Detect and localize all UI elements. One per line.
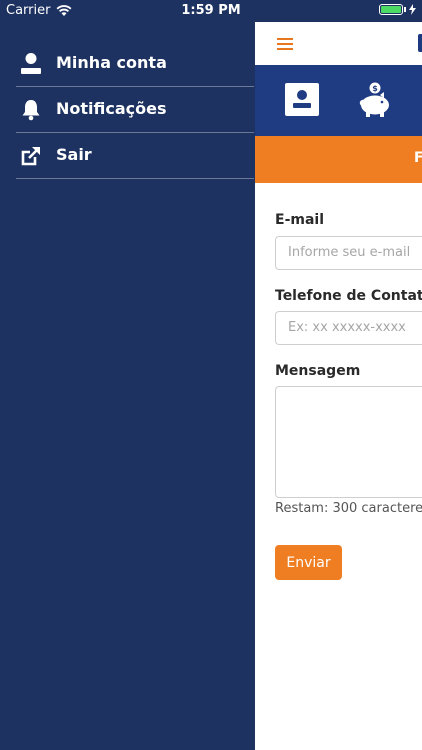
logo	[418, 34, 422, 52]
email-label: E-mail	[275, 212, 325, 228]
page-title: F	[414, 150, 422, 166]
menu-item-label: Sair	[56, 145, 92, 164]
phone-placeholder: Ex: xx xxxxx-xxxx	[288, 320, 406, 335]
piggy-bank-icon[interactable]: $	[358, 82, 392, 118]
contact-card-icon[interactable]	[285, 83, 319, 116]
menu-item-logout[interactable]: Sair	[16, 133, 254, 179]
status-right	[379, 4, 416, 15]
phone-label: Telefone de Contato	[275, 288, 422, 304]
message-textarea[interactable]	[275, 386, 422, 498]
bell-icon	[22, 100, 40, 121]
side-menu: Minha conta Notificações Sair	[0, 41, 254, 179]
clock: 1:59 PM	[181, 3, 241, 18]
nav-band: $	[255, 65, 422, 136]
status-bar: Carrier 1:59 PM	[0, 0, 422, 22]
user-icon	[21, 53, 41, 74]
phone-field[interactable]: Ex: xx xxxxx-xxxx	[275, 311, 422, 345]
menu-item-account[interactable]: Minha conta	[16, 41, 254, 87]
battery-icon	[379, 4, 403, 15]
menu-item-label: Notificações	[56, 99, 167, 118]
character-counter: Restam: 300 caracteres	[275, 501, 422, 516]
menu-item-notifications[interactable]: Notificações	[16, 87, 254, 133]
main-panel[interactable]: $ F E-mail Informe seu e-mail Telefone d…	[255, 22, 422, 750]
page-title-banner: F	[255, 136, 422, 183]
top-bar	[255, 22, 422, 65]
charging-icon	[409, 4, 416, 15]
send-button[interactable]: Enviar	[275, 545, 342, 580]
email-placeholder: Informe seu e-mail	[288, 245, 411, 260]
email-field[interactable]: Informe seu e-mail	[275, 236, 422, 270]
svg-text:$: $	[372, 84, 378, 93]
menu-item-label: Minha conta	[56, 53, 167, 72]
hamburger-menu-icon[interactable]	[277, 38, 293, 50]
external-link-icon	[21, 147, 40, 166]
message-label: Mensagem	[275, 363, 361, 379]
